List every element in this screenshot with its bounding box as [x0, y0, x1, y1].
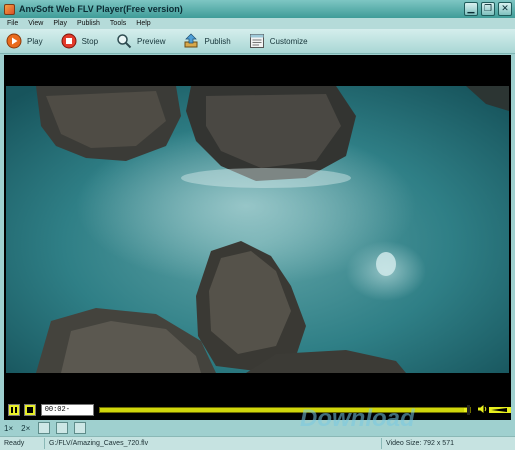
stop-square-icon — [26, 407, 33, 413]
video-frame[interactable] — [4, 55, 511, 400]
stop-button[interactable]: Stop — [61, 33, 98, 49]
speaker-icon[interactable] — [477, 404, 487, 416]
zoom-2x-button[interactable]: 2× — [21, 424, 30, 433]
preview-label: Preview — [137, 36, 166, 46]
title-bar: AnvSoft Web FLV Player(Free version) ▁ ❐… — [0, 0, 515, 18]
player-controls: 00:02-01:26 — [4, 400, 512, 424]
menu-bar: File View Play Publish Tools Help — [0, 18, 515, 29]
stop-player-button[interactable] — [23, 404, 36, 416]
menu-publish[interactable]: Publish — [74, 20, 107, 27]
restore-button[interactable]: ❐ — [481, 2, 495, 16]
time-display: 00:02-01:26 — [40, 404, 95, 424]
play-button[interactable]: Play — [6, 33, 43, 49]
window-title: AnvSoft Web FLV Player(Free version) — [19, 4, 183, 14]
play-icon — [6, 33, 22, 49]
volume-slider[interactable] — [489, 407, 512, 413]
pause-icon — [10, 407, 17, 413]
status-bar: Ready G:/FLV/Amazing_Caves_720.flv Video… — [0, 436, 515, 450]
menu-play[interactable]: Play — [50, 20, 74, 27]
stop-label: Stop — [81, 36, 99, 46]
app-icon — [4, 3, 15, 15]
toolbar: Play Stop Preview Publish Customize — [0, 29, 515, 54]
seek-handle[interactable] — [467, 405, 471, 415]
window-controls: ▁ ❐ ✕ — [464, 2, 512, 16]
fullscreen-icon[interactable] — [38, 422, 51, 434]
play-pause-button[interactable] — [8, 404, 20, 416]
stop-icon — [61, 33, 77, 49]
menu-file[interactable]: File — [4, 20, 25, 27]
status-video-size: Video Size: 792 x 571 — [386, 440, 454, 447]
customize-label: Customize — [269, 36, 308, 46]
watermark-logo: Download — [300, 405, 415, 432]
preview-button[interactable]: Preview — [116, 33, 165, 49]
status-state: Ready — [4, 440, 25, 447]
customize-button[interactable]: Customize — [249, 33, 308, 49]
menu-view[interactable]: View — [25, 20, 50, 27]
status-file-path: G:/FLV/Amazing_Caves_720.flv — [49, 440, 149, 447]
customize-icon — [249, 33, 265, 49]
snapshot-icon[interactable] — [56, 422, 69, 434]
video-image — [6, 86, 509, 373]
volume-control[interactable] — [477, 404, 512, 416]
publish-icon — [183, 33, 199, 49]
publish-button[interactable]: Publish — [183, 33, 231, 49]
bottom-tools: 1× 2× — [0, 420, 515, 436]
seek-bar[interactable] — [99, 405, 472, 415]
play-label: Play — [27, 36, 43, 46]
zoom-1x-button[interactable]: 1× — [4, 424, 13, 433]
menu-help[interactable]: Help — [133, 20, 157, 27]
minimize-button[interactable]: ▁ — [464, 2, 478, 16]
publish-label: Publish — [204, 36, 231, 46]
close-button[interactable]: ✕ — [498, 2, 512, 16]
menu-tools[interactable]: Tools — [107, 20, 133, 27]
magnifier-icon — [116, 33, 132, 49]
folder-icon[interactable] — [74, 422, 87, 434]
